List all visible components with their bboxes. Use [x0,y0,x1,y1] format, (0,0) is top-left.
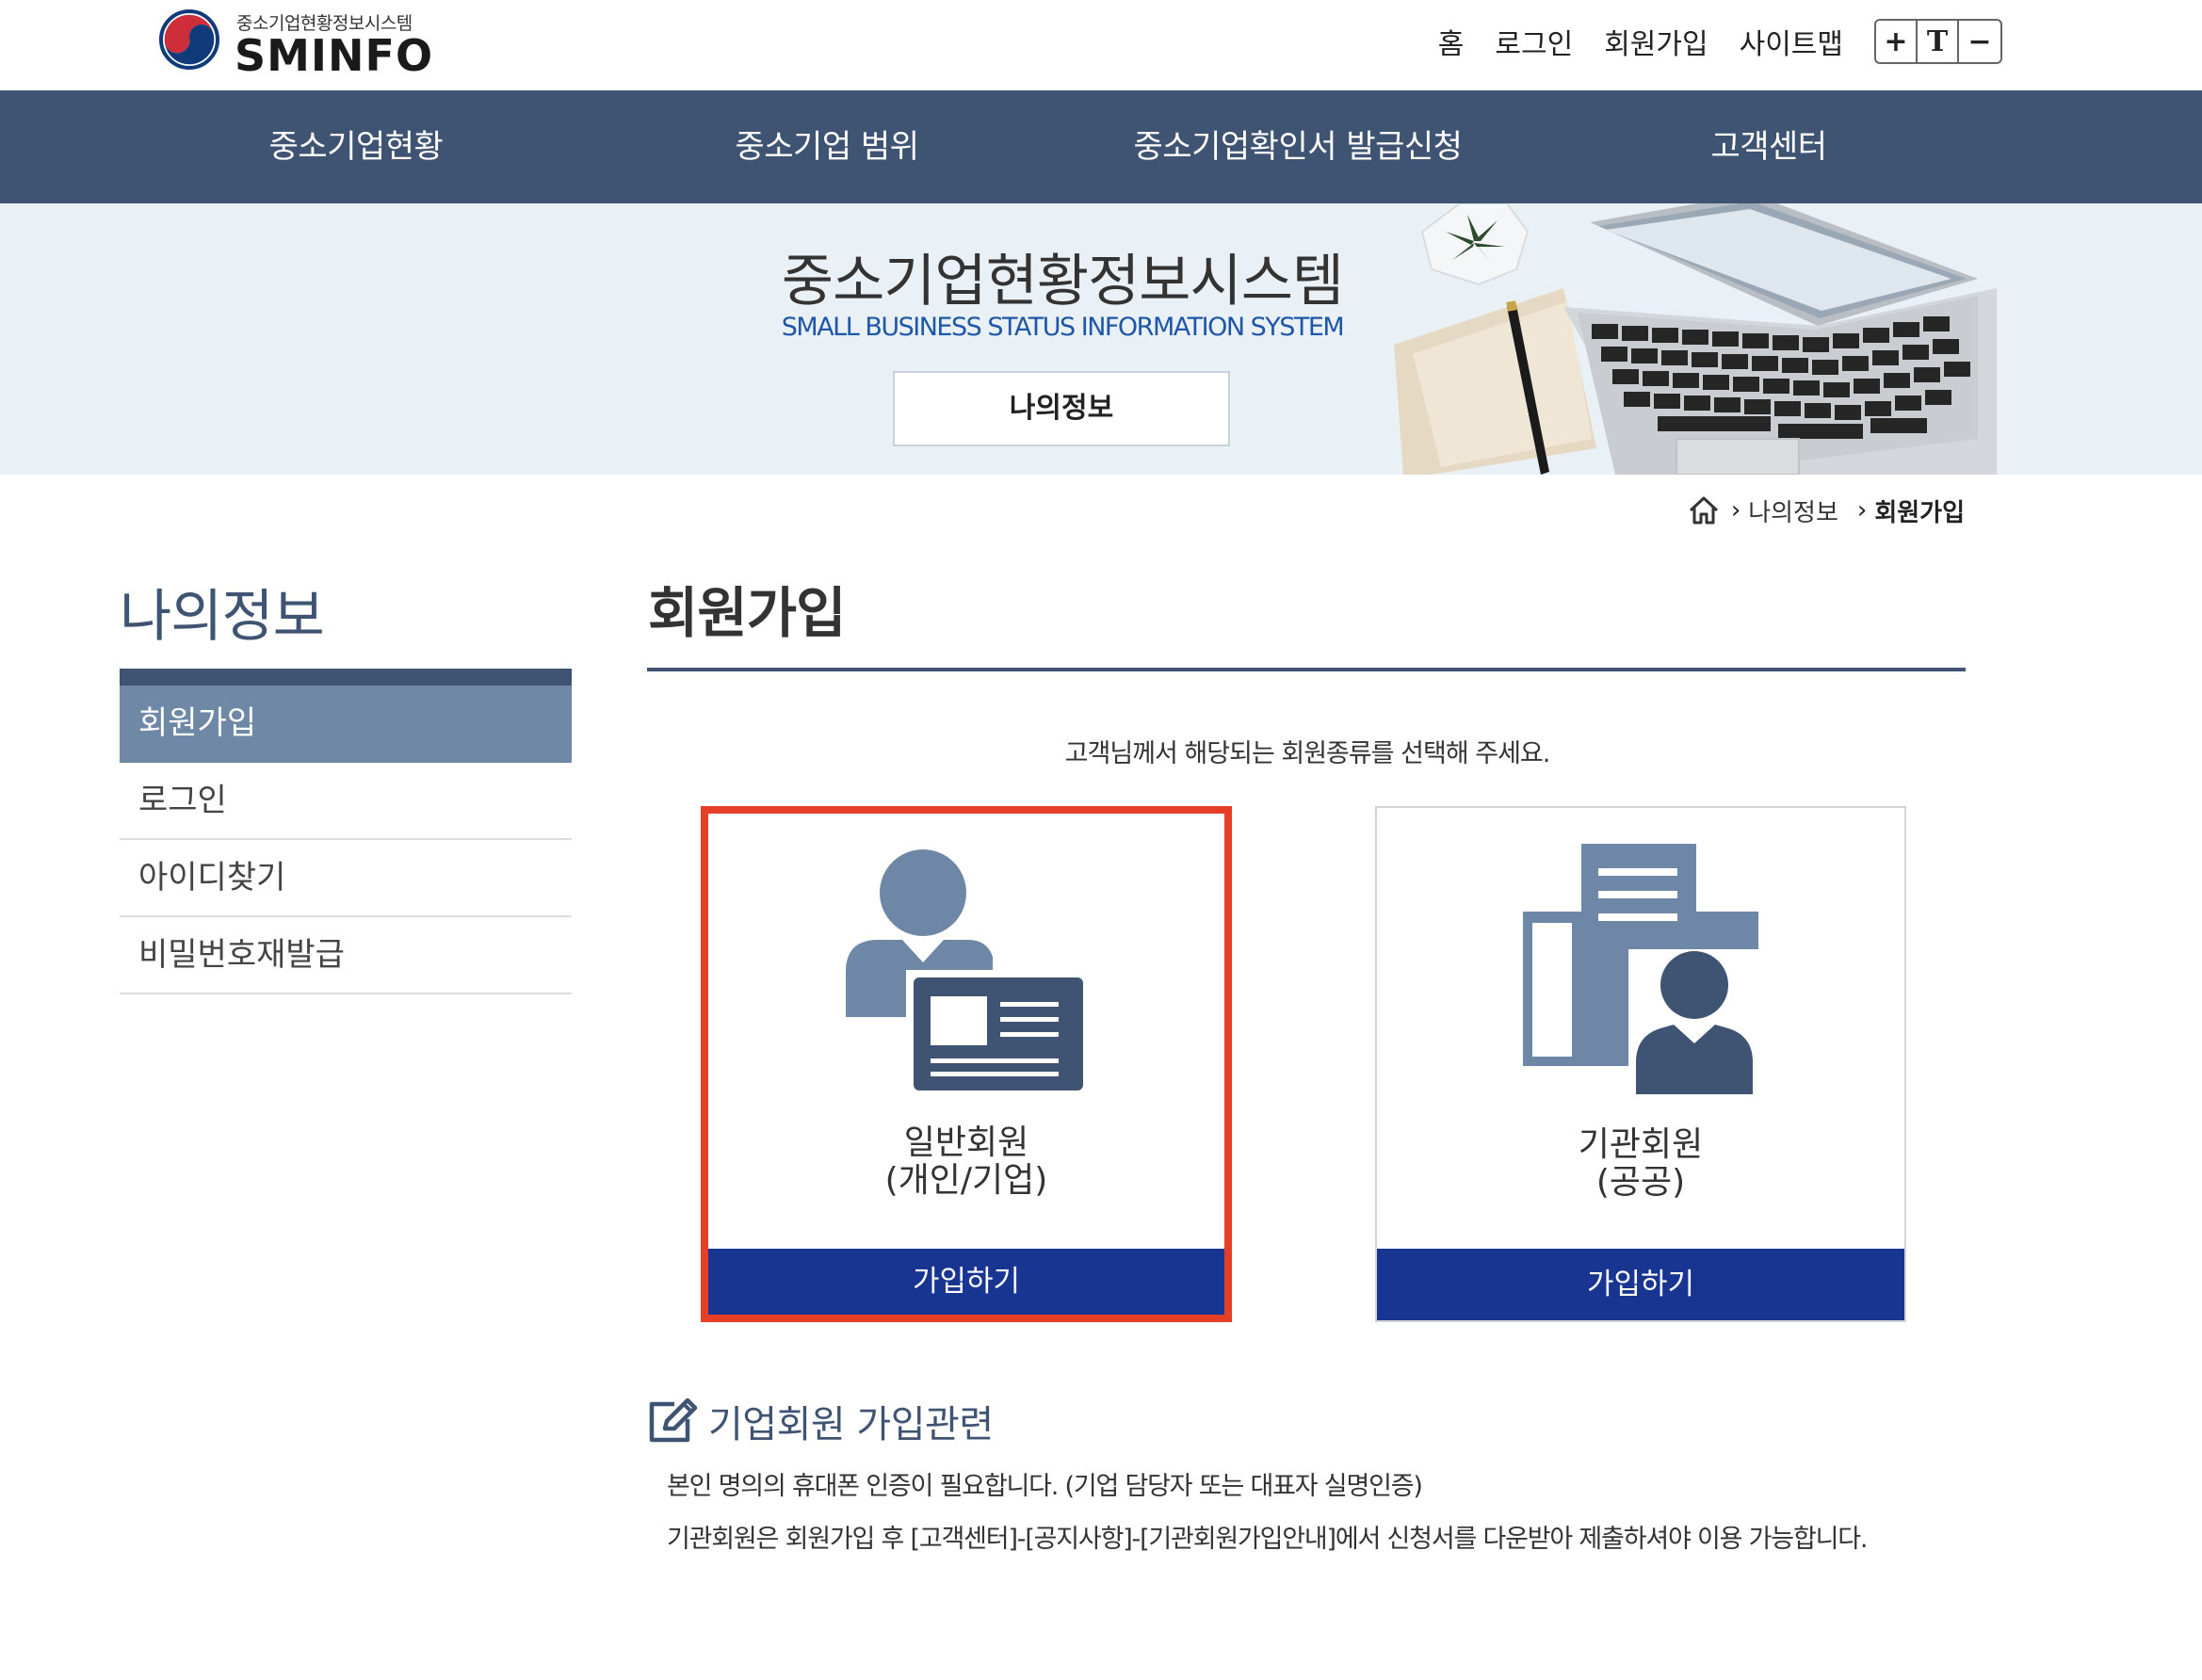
sidebar-title: 나의정보 [120,584,325,650]
home-icon[interactable] [1688,495,1720,525]
general-member-card[interactable]: 일반회원 (개인/기업) 가입하기 [701,806,1232,1322]
card-label-line2: (공공) [1595,1163,1686,1202]
sidebar-item-reset-password[interactable]: 비밀번호재발급 [120,917,572,994]
institution-member-card[interactable]: 기관회원 (공공) 가입하기 [1375,806,1906,1322]
building-person-icon [1523,844,1758,1094]
my-info-button[interactable]: 나의정보 [893,371,1230,446]
sidebar-item-find-id[interactable]: 아이디찾기 [120,840,572,917]
taegeuk-emblem-icon [157,8,221,72]
notice-line: 기관회원은 회원가입 후 [고객센터]-[공지사항]-[기관회원가입안내]에서 … [667,1525,1868,1554]
util-link-sitemap[interactable]: 사이트맵 [1740,21,1843,62]
notice-header: 기업회원 가입관련 [646,1396,994,1446]
edit-icon [649,1398,697,1443]
nav-item-certificate[interactable]: 중소기업확인서 발급신청 [1134,90,1463,203]
person-id-card-icon [846,849,1087,1098]
instruction-text: 고객님께서 해당되는 회원종류를 선택해 주세요. [1064,739,1551,768]
banner-subtitle: SMALL BUSINESS STATUS INFORMATION SYSTEM [781,313,1345,342]
page-banner: 중소기업현황정보시스템 SMALL BUSINESS STATUS INFORM… [0,203,2202,475]
card-label-line1: 기관회원 [1578,1125,1704,1164]
font-reset-button[interactable]: T [1918,21,1959,62]
font-size-controls: + T − [1874,19,2002,64]
card-label: 일반회원 (개인/기업) [708,1124,1224,1200]
chevron-right-icon: › [1730,496,1741,525]
font-increase-button[interactable]: + [1876,21,1918,62]
card-label: 기관회원 (공공) [1377,1126,1904,1202]
page-title: 회원가입 [648,581,846,645]
card-label-line2: (개인/기업) [884,1161,1048,1200]
sidebar-menu: 회원가입 로그인 아이디찾기 비밀번호재발급 [120,669,572,994]
chevron-right-icon: › [1856,496,1868,525]
notice-title: 기업회원 가입관련 [708,1403,994,1446]
font-decrease-button[interactable]: − [1959,21,2000,62]
util-link-login[interactable]: 로그인 [1495,21,1573,62]
main-nav: 중소기업현황 중소기업 범위 중소기업확인서 발급신청 고객센터 [0,90,2202,203]
general-signup-button[interactable]: 가입하기 [708,1249,1224,1315]
sidebar-item-signup[interactable]: 회원가입 [120,686,572,763]
breadcrumb-item-current: 회원가입 [1874,498,1965,527]
util-link-signup[interactable]: 회원가입 [1604,21,1708,62]
util-link-home[interactable]: 홈 [1438,21,1465,62]
desk-laptop-illustration [1394,203,1997,475]
nav-item-company-status[interactable]: 중소기업현황 [269,90,444,203]
title-divider [647,668,1966,671]
breadcrumb-item-my-info[interactable]: 나의정보 [1748,493,1838,528]
card-label-line1: 일반회원 [903,1123,1029,1162]
site-header: 중소기업현황정보시스템 SMINFO 홈 로그인 회원가입 사이트맵 + T − [0,0,2202,90]
nav-item-customer-center[interactable]: 고객센터 [1710,90,1827,203]
banner-title: 중소기업현황정보시스템 [781,249,1344,315]
institution-signup-button[interactable]: 가입하기 [1377,1249,1904,1320]
logo-wordmark: SMINFO [235,30,434,81]
notice-line: 본인 명의의 휴대폰 인증이 필요합니다. (기업 담당자 또는 대표자 실명인… [667,1472,1423,1501]
utility-nav: 홈 로그인 회원가입 사이트맵 + T − [1438,19,2002,64]
sidebar-item-login[interactable]: 로그인 [120,763,572,840]
nav-item-company-range[interactable]: 중소기업 범위 [736,90,920,203]
site-logo[interactable]: 중소기업현황정보시스템 SMINFO [155,6,438,81]
breadcrumb: › 나의정보 › 회원가입 [1688,492,1965,529]
